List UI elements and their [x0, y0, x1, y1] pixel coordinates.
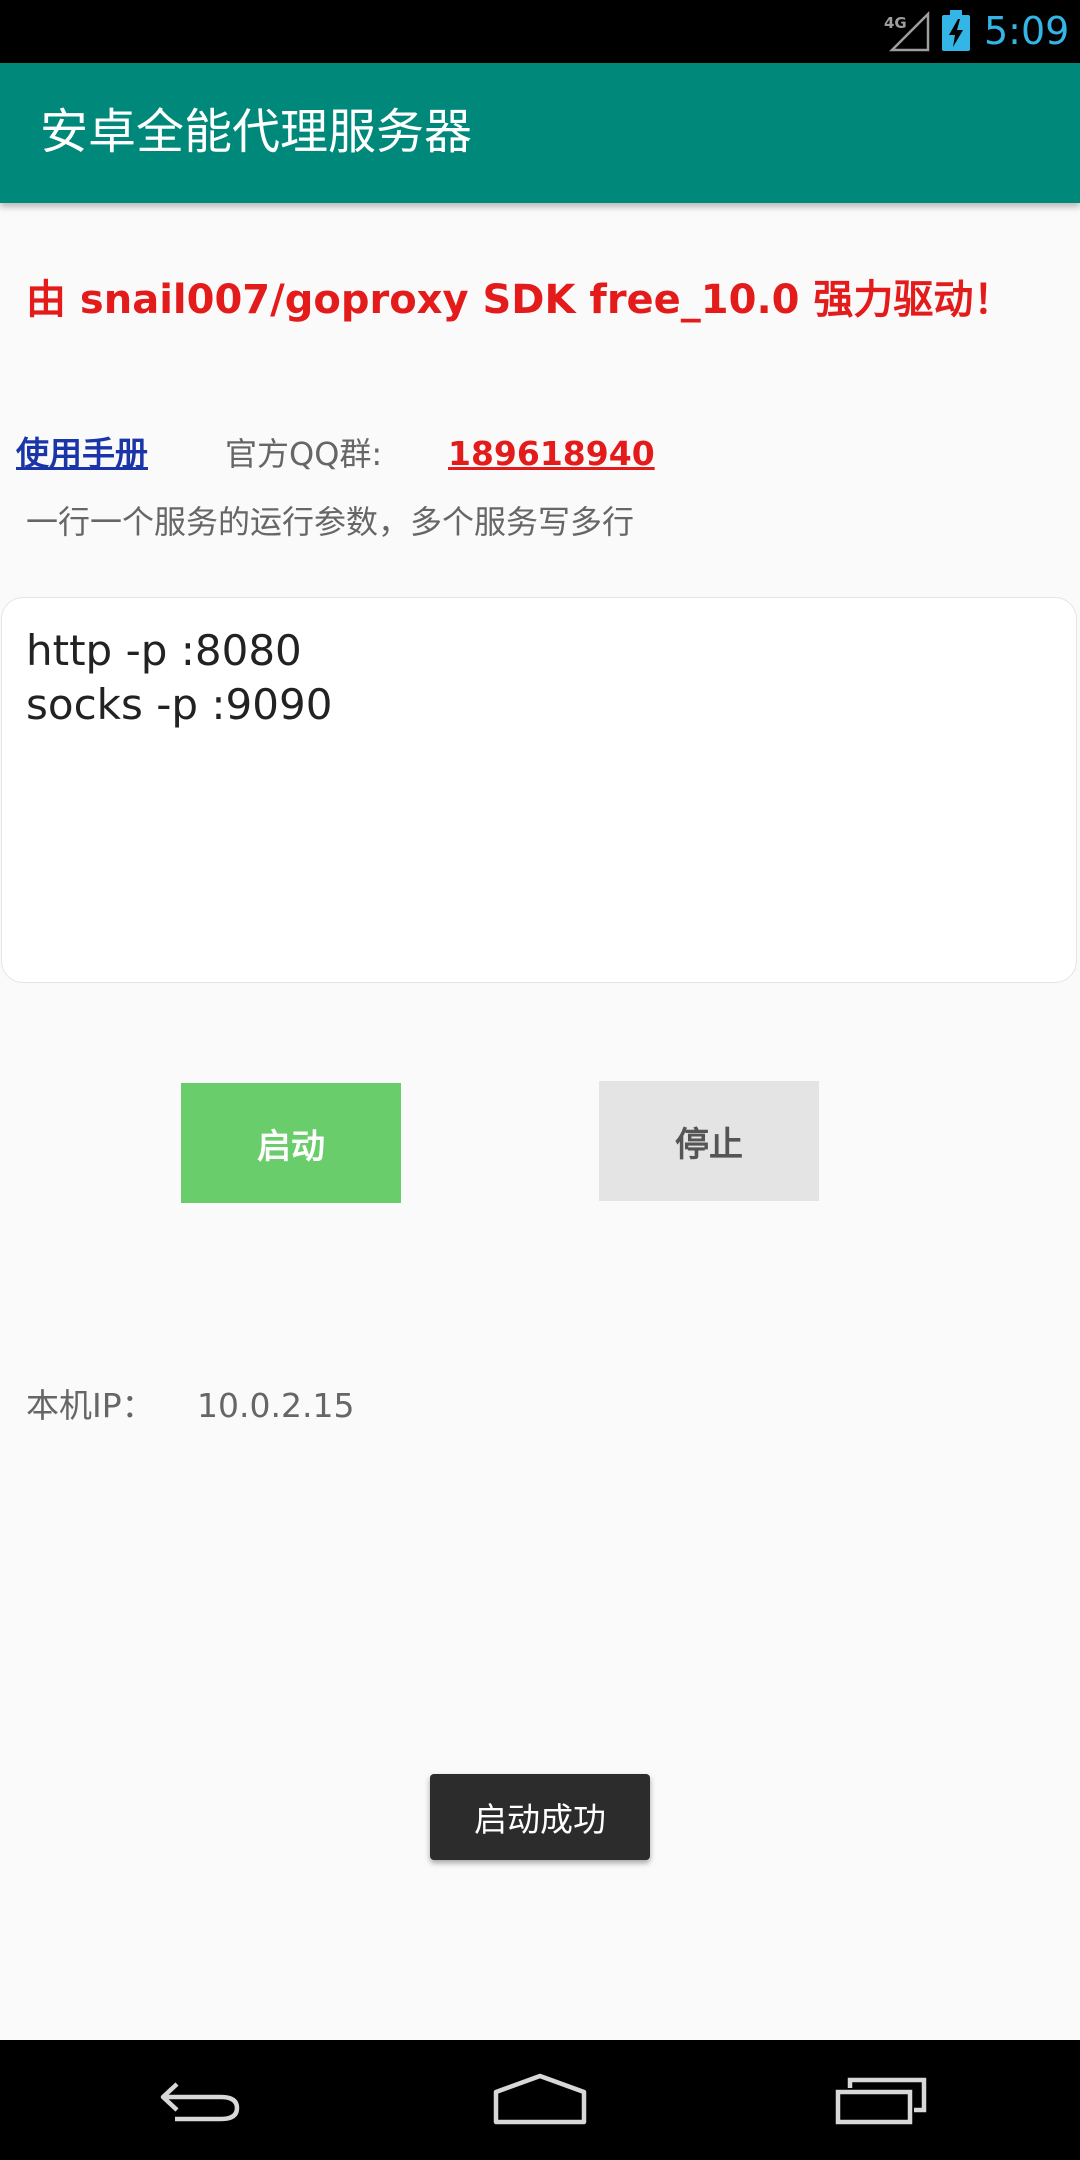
navigation-bar: [0, 2040, 1080, 2160]
screen: 4G 5:09 安卓全能代理服务器 由 snail007/goproxy SDK…: [0, 0, 1080, 2160]
qq-group-number-link[interactable]: 189618940: [448, 430, 655, 478]
stop-button[interactable]: 停止: [599, 1081, 819, 1201]
battery-charging-icon: [942, 10, 970, 51]
start-button[interactable]: 启动: [181, 1083, 401, 1203]
params-hint: 一行一个服务的运行参数，多个服务写多行: [26, 503, 635, 541]
toast-message: 启动成功: [430, 1774, 650, 1860]
local-ip-value: 10.0.2.15: [197, 1386, 355, 1425]
back-button[interactable]: [135, 2060, 265, 2140]
links-row: 使用手册 官方QQ群: 189618940: [16, 430, 1056, 480]
network-type-label: 4G: [884, 14, 907, 32]
params-input[interactable]: http -p :8080 socks -p :9090: [1, 597, 1077, 983]
recent-apps-icon: [835, 2077, 927, 2125]
qq-group-label: 官方QQ群:: [225, 435, 383, 473]
home-button[interactable]: [475, 2060, 605, 2140]
app-title: 安卓全能代理服务器: [40, 104, 473, 160]
signal-icon: 4G: [884, 10, 930, 52]
status-time: 5:09: [984, 9, 1070, 53]
powered-by-text: 由 snail007/goproxy SDK free_10.0 强力驱动！: [26, 277, 1014, 323]
home-icon: [493, 2073, 587, 2125]
user-manual-link[interactable]: 使用手册: [16, 430, 148, 478]
params-input-value[interactable]: http -p :8080 socks -p :9090: [26, 624, 332, 732]
local-ip-label: 本机IP：: [26, 1386, 155, 1425]
recent-apps-button[interactable]: [817, 2060, 947, 2140]
app-bar: 安卓全能代理服务器: [0, 63, 1080, 203]
status-bar: 4G 5:09: [0, 0, 1080, 63]
back-icon: [160, 2082, 240, 2122]
